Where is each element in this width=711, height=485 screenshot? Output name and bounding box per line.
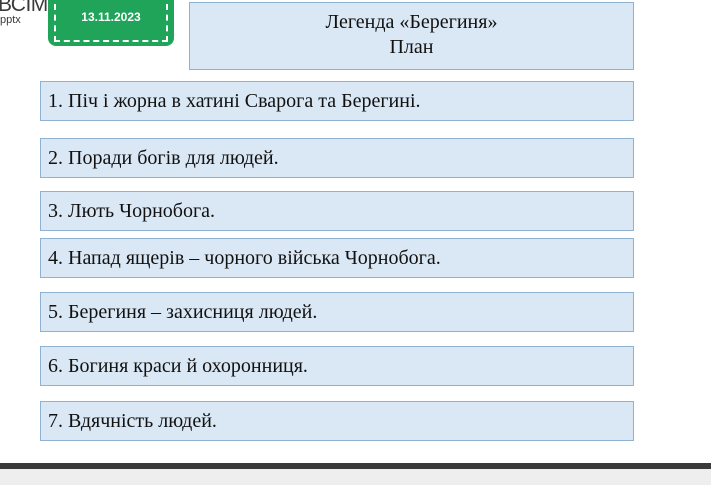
title-box: Легенда «Берегиня» План: [189, 2, 634, 70]
plan-item-5: 5. Берегиня – захисниця людей.: [40, 292, 634, 332]
date-badge: 13.11.2023: [48, 0, 174, 46]
plan-item-4: 4. Напад ящерів – чорного війська Чорноб…: [40, 238, 634, 278]
plan-item-7: 7. Вдячність людей.: [40, 401, 634, 441]
logo: ВСІМ pptx: [0, 0, 48, 34]
title-line-1: Легенда «Берегиня»: [325, 11, 498, 33]
bottom-strip: [0, 469, 711, 485]
plan-item-6: 6. Богиня краси й охоронниця.: [40, 346, 634, 386]
date-text: 13.11.2023: [81, 10, 141, 24]
plan-item-3: 3. Лють Чорнобога.: [40, 191, 634, 231]
plan-item-1: 1. Піч і жорна в хатині Сварога та Берег…: [40, 81, 634, 121]
logo-subtext: pptx: [0, 14, 21, 26]
plan-item-2: 2. Поради богів для людей.: [40, 138, 634, 178]
title-line-2: План: [389, 36, 434, 58]
logo-text: ВСІМ: [0, 0, 48, 16]
